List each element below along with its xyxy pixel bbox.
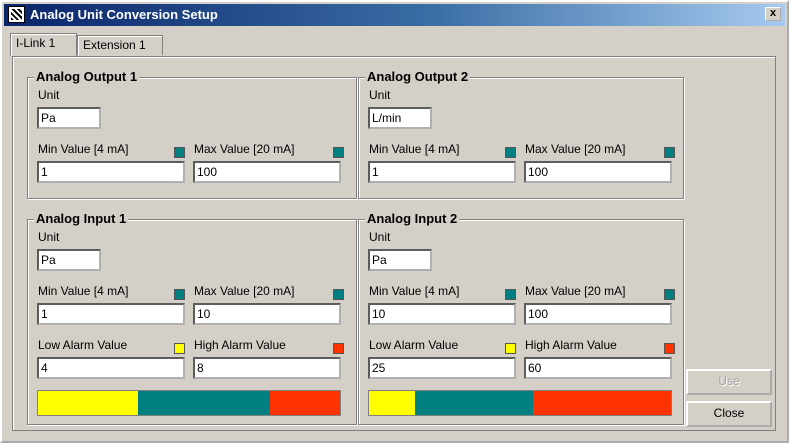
analog-input-1-group: Analog Input 1 Unit Pa Min Value [4 mA] … [27,211,357,425]
max-value-field[interactable]: 10 [193,303,341,325]
min-value-field[interactable]: 1 [37,161,185,183]
unit-label: Unit [369,230,391,244]
min-color-indicator [505,147,516,158]
min-value-field[interactable]: 10 [368,303,516,325]
low-alarm-segment [38,391,138,415]
max-value-field[interactable]: 100 [524,303,672,325]
dialog-window: Analog Unit Conversion Setup x I-Link 1 … [0,0,789,443]
unit-label: Unit [38,230,60,244]
unit-label: Unit [369,88,391,102]
low-alarm-label: Low Alarm Value [369,338,459,352]
high-alarm-label: High Alarm Value [194,338,286,352]
alarm-range-bar [368,390,672,416]
max-value-label: Max Value [20 mA] [194,284,295,298]
max-value-field[interactable]: 100 [524,161,672,183]
low-alarm-label: Low Alarm Value [38,338,128,352]
max-value-field[interactable]: 100 [193,161,341,183]
unit-field[interactable]: Pa [368,249,432,271]
group-title: Analog Output 1 [34,69,140,84]
high-alarm-label: High Alarm Value [525,338,617,352]
high-alarm-color-indicator [333,343,344,354]
app-icon [8,6,25,23]
high-alarm-field[interactable]: 8 [193,357,341,379]
min-value-field[interactable]: 1 [37,303,185,325]
normal-range-segment [415,391,533,415]
normal-range-segment [138,391,270,415]
tab-panel: Analog Output 1 Unit Pa Min Value [4 mA]… [12,56,776,431]
analog-output-2-group: Analog Output 2 Unit L/min Min Value [4 … [358,69,684,199]
close-button[interactable]: Close [686,401,772,427]
low-alarm-color-indicator [174,343,185,354]
group-title: Analog Output 2 [365,69,471,84]
max-value-label: Max Value [20 mA] [194,142,295,156]
high-alarm-color-indicator [664,343,675,354]
unit-field[interactable]: Pa [37,107,101,129]
low-alarm-segment [369,391,415,415]
low-alarm-color-indicator [505,343,516,354]
high-alarm-segment [270,391,340,415]
tab-extension-1[interactable]: Extension 1 [77,35,163,55]
unit-field[interactable]: L/min [368,107,432,129]
max-color-indicator [333,289,344,300]
max-color-indicator [664,147,675,158]
min-color-indicator [174,147,185,158]
min-value-label: Min Value [4 mA] [369,142,460,156]
low-alarm-field[interactable]: 25 [368,357,516,379]
low-alarm-field[interactable]: 4 [37,357,185,379]
group-title: Analog Input 2 [365,211,460,226]
high-alarm-field[interactable]: 60 [524,357,672,379]
close-window-button[interactable]: x [765,7,781,21]
alarm-range-bar [37,390,341,416]
max-color-indicator [333,147,344,158]
min-value-label: Min Value [4 mA] [369,284,460,298]
min-color-indicator [505,289,516,300]
unit-label: Unit [38,88,60,102]
min-value-label: Min Value [4 mA] [38,284,129,298]
group-title: Analog Input 1 [34,211,129,226]
min-value-label: Min Value [4 mA] [38,142,129,156]
window-title: Analog Unit Conversion Setup [30,7,218,22]
max-color-indicator [664,289,675,300]
max-value-label: Max Value [20 mA] [525,284,626,298]
min-color-indicator [174,289,185,300]
tab-ilink-1[interactable]: I-Link 1 [10,33,77,56]
high-alarm-segment [533,391,671,415]
analog-input-2-group: Analog Input 2 Unit Pa Min Value [4 mA] … [358,211,684,425]
title-bar[interactable]: Analog Unit Conversion Setup x [4,4,785,26]
max-value-label: Max Value [20 mA] [525,142,626,156]
use-button[interactable]: Use [686,369,772,395]
analog-output-1-group: Analog Output 1 Unit Pa Min Value [4 mA]… [27,69,357,199]
min-value-field[interactable]: 1 [368,161,516,183]
unit-field[interactable]: Pa [37,249,101,271]
